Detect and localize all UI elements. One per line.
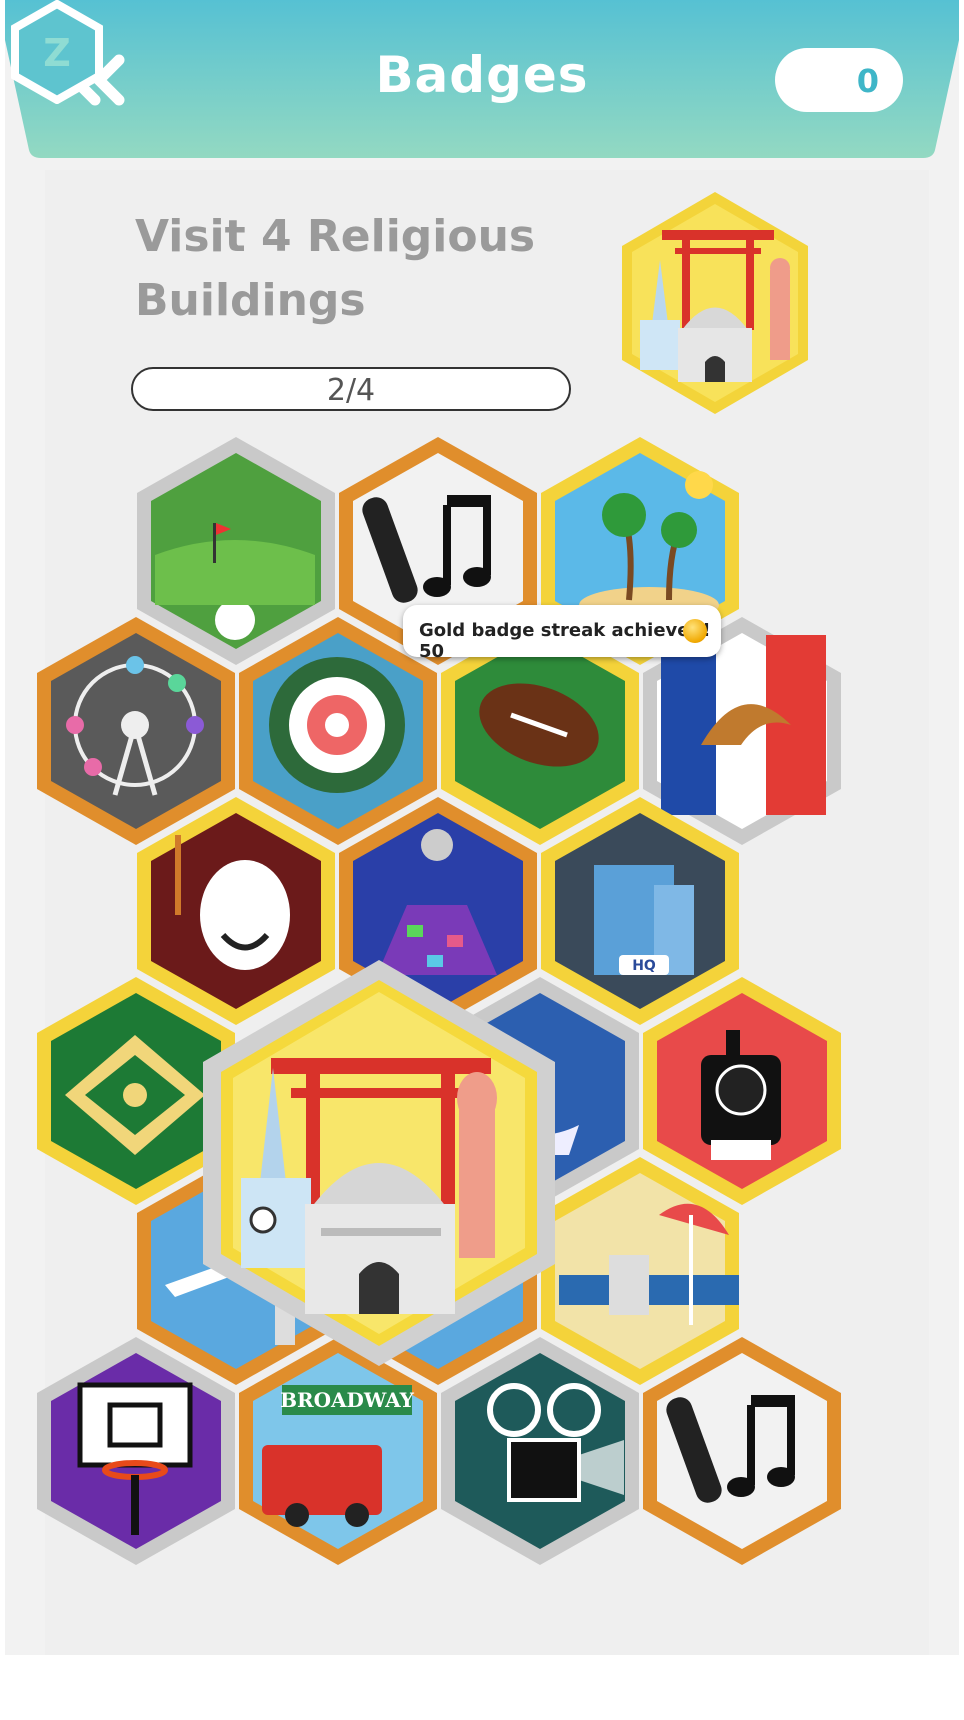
svg-text:BROADWAY: BROADWAY — [280, 1388, 415, 1412]
streak-toast[interactable]: Gold badge streak achieved! 50 — [403, 605, 721, 662]
svg-text:HQ: HQ — [632, 958, 656, 974]
coin-balance[interactable]: 0 — [775, 48, 903, 112]
badge-cinema[interactable] — [439, 1335, 641, 1567]
goal-progress-bar: 2/4 — [131, 367, 571, 411]
coin-logo: Z — [43, 31, 71, 75]
flower-icon — [269, 657, 405, 793]
religious-buildings-badge-large[interactable] — [201, 958, 557, 1368]
gold-coin-icon — [683, 619, 707, 643]
header-bar: Badges 0 Z — [5, 0, 959, 160]
badge-music-2[interactable] — [641, 1335, 843, 1567]
coin-count: 0 — [856, 62, 879, 100]
religious-buildings-badge-icon — [622, 192, 808, 414]
goal-title: Visit 4 Religious Buildings — [135, 211, 536, 326]
app-screen: Badges 0 Z Visit 4 Religious Buildings 2… — [5, 0, 959, 1655]
coin-hex-icon: Z — [11, 0, 103, 104]
badge-broadway[interactable]: BROADWAY — [237, 1335, 439, 1567]
streak-toast-text: Gold badge streak achieved! 50 — [419, 620, 711, 662]
badge-basketball[interactable] — [35, 1335, 237, 1567]
goal-progress-text: 2/4 — [326, 373, 376, 408]
